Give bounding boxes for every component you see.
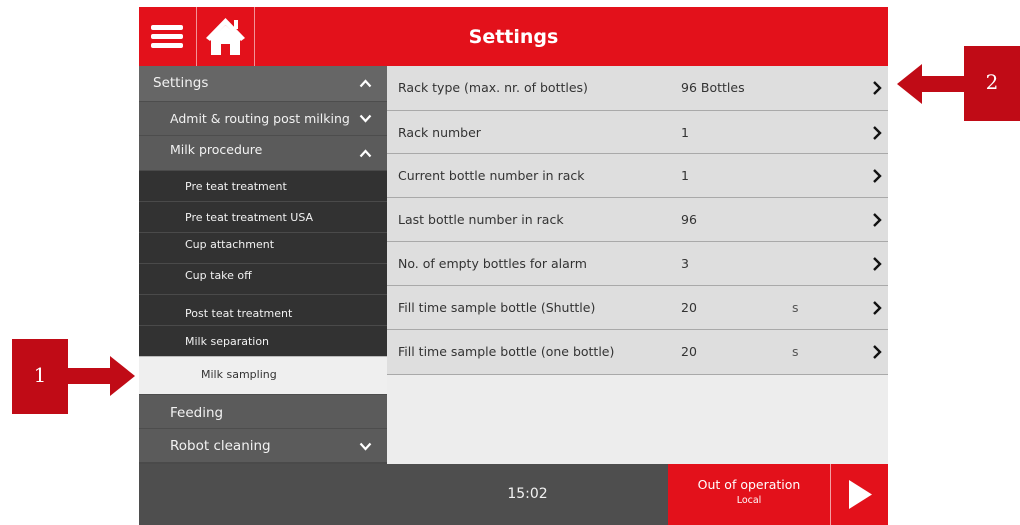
home-button[interactable]	[197, 7, 255, 66]
settings-list: Rack type (max. nr. of bottles) 96 Bottl…	[387, 66, 888, 464]
chevron-right-icon	[873, 169, 882, 183]
sidebar-item-milk-procedure[interactable]: Milk procedure	[139, 135, 387, 170]
sidebar-item-cup-attachment[interactable]: Cup attachment	[139, 232, 387, 263]
setting-label: Fill time sample bottle (Shuttle)	[398, 300, 596, 315]
setting-value: 1	[681, 125, 689, 140]
callout-number: 1	[33, 363, 47, 387]
chevron-down-icon	[359, 114, 372, 123]
callout-number: 2	[985, 70, 999, 94]
footer-bar: 15:02 Out of operation Local	[139, 464, 888, 525]
setting-row-last-bottle[interactable]: Last bottle number in rack 96	[387, 198, 888, 242]
chevron-right-icon	[873, 301, 882, 315]
sidebar-item-label: Admit & routing post milking	[170, 111, 350, 126]
setting-label: Rack type (max. nr. of bottles)	[398, 80, 588, 95]
callout-arrow-left-icon	[897, 64, 964, 104]
setting-value: 20	[681, 344, 697, 359]
chevron-right-icon	[873, 126, 882, 140]
sidebar-item-milk-separation[interactable]: Milk separation	[139, 325, 387, 356]
setting-label: Last bottle number in rack	[398, 212, 564, 227]
sidebar-item-label: Robot cleaning	[170, 438, 271, 454]
chevron-right-icon	[873, 345, 882, 359]
setting-row-rack-type[interactable]: Rack type (max. nr. of bottles) 96 Bottl…	[387, 66, 888, 111]
sidebar-item-pre-teat-treatment[interactable]: Pre teat treatment	[139, 170, 387, 201]
clock-time: 15:02	[507, 486, 548, 502]
sidebar-item-label: Settings	[153, 75, 209, 91]
sidebar-item-pre-teat-treatment-usa[interactable]: Pre teat treatment USA	[139, 201, 387, 232]
sidebar-item-label: Milk sampling	[201, 368, 277, 381]
sidebar-item-settings[interactable]: Settings	[139, 66, 387, 101]
sidebar-item-label: Milk separation	[185, 335, 270, 348]
sidebar-item-label: Pre teat treatment USA	[185, 211, 314, 224]
setting-value: 96	[681, 212, 697, 227]
chevron-down-icon	[359, 442, 372, 451]
setting-row-fill-time-shuttle[interactable]: Fill time sample bottle (Shuttle) 20 s	[387, 286, 888, 330]
status-main-text: Out of operation	[697, 477, 801, 492]
setting-row-current-bottle[interactable]: Current bottle number in rack 1	[387, 154, 888, 198]
sidebar-item-robot-cleaning[interactable]: Robot cleaning	[139, 428, 387, 462]
callout-arrow-right-icon	[68, 356, 135, 396]
play-button[interactable]	[831, 464, 888, 525]
status-button[interactable]: Out of operation Local	[668, 464, 831, 525]
sidebar-item-cup-take-off[interactable]: Cup take off	[139, 263, 387, 294]
setting-label: Current bottle number in rack	[398, 168, 585, 183]
status-sub-text: Local	[736, 495, 762, 506]
setting-row-empty-bottles-alarm[interactable]: No. of empty bottles for alarm 3	[387, 242, 888, 286]
setting-label: Fill time sample bottle (one bottle)	[398, 344, 615, 359]
sidebar-item-label: Feeding	[170, 405, 224, 421]
sidebar-item-feeding[interactable]: Feeding	[139, 394, 387, 428]
sidebar-item-milk-sampling[interactable]: Milk sampling	[139, 356, 387, 394]
setting-row-rack-number[interactable]: Rack number 1	[387, 111, 888, 154]
header-bar: Settings	[139, 7, 888, 66]
sidebar-item-post-teat-treatment[interactable]: Post teat treatment	[139, 294, 387, 325]
setting-row-fill-time-one-bottle[interactable]: Fill time sample bottle (one bottle) 20 …	[387, 330, 888, 375]
setting-value: 96 Bottles	[681, 80, 745, 95]
setting-value: 3	[681, 256, 689, 271]
menu-button[interactable]	[139, 7, 197, 66]
setting-value: 1	[681, 168, 689, 183]
sidebar-item-label: Milk procedure	[170, 142, 263, 157]
setting-label: No. of empty bottles for alarm	[398, 256, 587, 271]
chevron-right-icon	[873, 81, 882, 95]
chevron-up-icon	[359, 149, 372, 158]
sidebar-item-admit-routing[interactable]: Admit & routing post milking	[139, 101, 387, 135]
play-icon	[849, 480, 872, 509]
settings-sidebar: Settings Admit & routing post milking Mi…	[139, 66, 387, 464]
sidebar-item-label: Pre teat treatment	[185, 180, 287, 193]
chevron-right-icon	[873, 257, 882, 271]
callout-box-1: 1	[12, 339, 68, 414]
sidebar-item-label: Cup attachment	[185, 238, 275, 251]
app-screen: Settings Settings Admit & routing post m…	[139, 7, 888, 525]
sidebar-item-label: Cup take off	[185, 269, 252, 282]
chevron-up-icon	[359, 79, 372, 88]
home-icon	[206, 18, 245, 55]
setting-label: Rack number	[398, 125, 481, 140]
setting-unit: s	[792, 300, 799, 315]
chevron-right-icon	[873, 213, 882, 227]
callout-box-2: 2	[964, 46, 1020, 121]
setting-value: 20	[681, 300, 697, 315]
setting-unit: s	[792, 344, 799, 359]
